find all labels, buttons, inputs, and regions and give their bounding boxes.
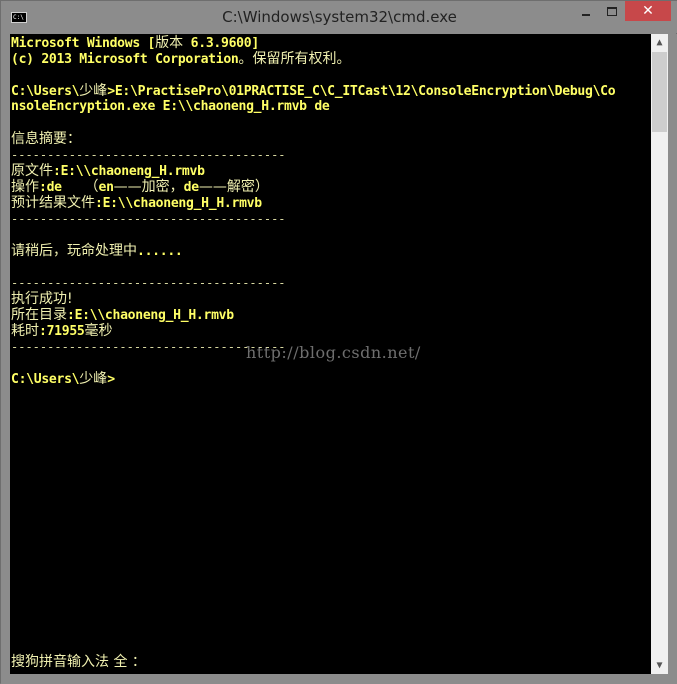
console-line: -------------------------------------- xyxy=(11,339,286,355)
console-text: :E:\\chaoneng_H_H.rmvb xyxy=(67,308,234,323)
scroll-down-button[interactable]: ▼ xyxy=(651,657,668,674)
maximize-icon xyxy=(607,7,617,16)
console-text: 毫秒 xyxy=(84,323,113,339)
console-text: C:\Users\ xyxy=(11,372,80,387)
vertical-scrollbar[interactable]: ▲ ▼ xyxy=(651,34,668,674)
console-text: C:\Users\ xyxy=(11,84,80,99)
console-line: (c) 2013 Microsoft Corporation。保留所有权利。 xyxy=(11,51,351,67)
separator-line: -------------------------------------- xyxy=(11,212,286,226)
minimize-icon xyxy=(582,13,590,16)
console-line: -------------------------------------- xyxy=(11,275,286,291)
console-text: en xyxy=(98,180,114,195)
console-text: nsoleEncryption.exe E:\\chaoneng_H.rmvb … xyxy=(11,99,330,114)
console-text: ...... xyxy=(137,244,183,259)
watermark-text: http://blog.csdn.net/ xyxy=(246,343,421,362)
console-text: 6.3.9600] xyxy=(183,36,260,51)
chevron-down-icon: ▼ xyxy=(656,660,663,671)
maximize-button[interactable] xyxy=(599,1,625,22)
console-text: :E:\\chaoneng_H_H.rmvb xyxy=(95,196,262,211)
console-line: 请稍后，玩命处理中...... xyxy=(11,243,183,259)
console-line: -------------------------------------- xyxy=(11,211,286,227)
console-text: 请稍后，玩命处理中 xyxy=(11,243,137,259)
close-button[interactable]: ✕ xyxy=(625,1,671,21)
console-line: 耗时:71955毫秒 xyxy=(11,323,113,339)
console-text: 版本 xyxy=(155,35,184,51)
console-text: 执行成功! xyxy=(11,291,73,307)
chevron-up-icon: ▲ xyxy=(656,37,663,48)
window-frame-right xyxy=(668,34,677,674)
console-line: 原文件:E:\\chaoneng_H.rmvb xyxy=(11,163,205,179)
console-text: 所在目录 xyxy=(11,307,67,323)
console-line: 执行成功! xyxy=(11,291,73,307)
console-text: 操作 xyxy=(11,179,39,195)
console-line: 操作:de （en——加密，de——解密） xyxy=(11,179,269,195)
console-line: C:\Users\少峰> xyxy=(11,371,115,387)
console-text: :E:\\chaoneng_H.rmvb xyxy=(53,164,205,179)
title-bar[interactable]: C:\ C:\Windows\system32\cmd.exe ✕ xyxy=(1,1,677,33)
console-text: ——解密） xyxy=(198,179,269,195)
console-line: 所在目录:E:\\chaoneng_H_H.rmvb xyxy=(11,307,234,323)
console-text: :de xyxy=(39,180,85,195)
console-text: de xyxy=(183,180,199,195)
console-text: :71955 xyxy=(39,324,85,339)
console-text: > xyxy=(107,372,115,387)
console-line: Microsoft Windows [版本 6.3.9600] xyxy=(11,35,259,51)
scroll-up-button[interactable]: ▲ xyxy=(651,34,668,51)
ime-status: 搜狗拼音输入法 全 ： xyxy=(11,654,146,670)
console-text: Microsoft Windows [ xyxy=(11,36,156,51)
cmd-window: C:\ C:\Windows\system32\cmd.exe ✕ Micros… xyxy=(0,0,677,684)
ime-status-line: 搜狗拼音输入法 全 ： xyxy=(11,654,146,670)
close-icon: ✕ xyxy=(642,3,654,19)
console-text: ——加密， xyxy=(113,179,184,195)
console-text: 预计结果文件 xyxy=(11,195,95,211)
separator-line: -------------------------------------- xyxy=(11,276,286,290)
console-text: (c) 2013 Microsoft Corporation xyxy=(11,52,239,67)
console-line: 信息摘要： xyxy=(11,131,81,147)
separator-line: -------------------------------------- xyxy=(11,148,286,162)
console-text: 少峰 xyxy=(79,83,108,99)
console-text: （ xyxy=(84,179,99,195)
separator-line: -------------------------------------- xyxy=(11,340,286,354)
console-line: 预计结果文件:E:\\chaoneng_H_H.rmvb xyxy=(11,195,262,211)
console-line: -------------------------------------- xyxy=(11,147,286,163)
console-text: 原文件 xyxy=(11,163,53,179)
console-line: nsoleEncryption.exe E:\\chaoneng_H.rmvb … xyxy=(11,99,330,115)
console-text: 。保留所有权利。 xyxy=(238,51,351,67)
console-text: 少峰 xyxy=(79,371,108,387)
console-text: >E:\PractisePro\01PRACTISE_C\C_ITCast\12… xyxy=(107,84,616,99)
minimize-button[interactable] xyxy=(573,1,599,22)
console-line: C:\Users\少峰>E:\PractisePro\01PRACTISE_C\… xyxy=(11,83,616,99)
console-text: 耗时 xyxy=(11,323,39,339)
scrollbar-thumb[interactable] xyxy=(652,52,667,132)
console-text: 信息摘要： xyxy=(11,131,81,147)
